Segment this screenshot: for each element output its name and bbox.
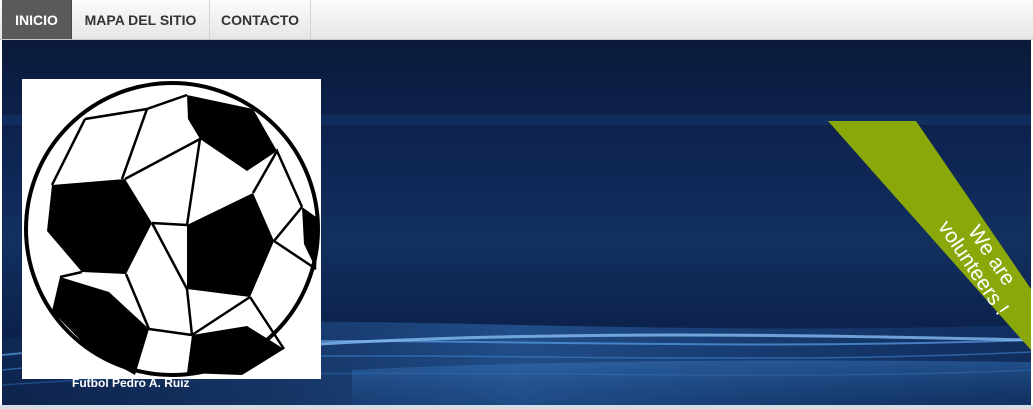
soccer-ball-logo xyxy=(22,79,321,379)
bottom-border xyxy=(0,405,1033,409)
soccer-ball-icon xyxy=(24,81,320,377)
tab-mapa-del-sitio[interactable]: MAPA DEL SITIO xyxy=(72,0,210,39)
site-caption: Futbol Pedro A. Ruiz xyxy=(72,376,190,390)
tab-inicio[interactable]: INICIO xyxy=(2,0,72,39)
top-navigation: INICIO MAPA DEL SITIO CONTACTO xyxy=(0,0,1033,40)
tab-contacto[interactable]: CONTACTO xyxy=(210,0,311,39)
